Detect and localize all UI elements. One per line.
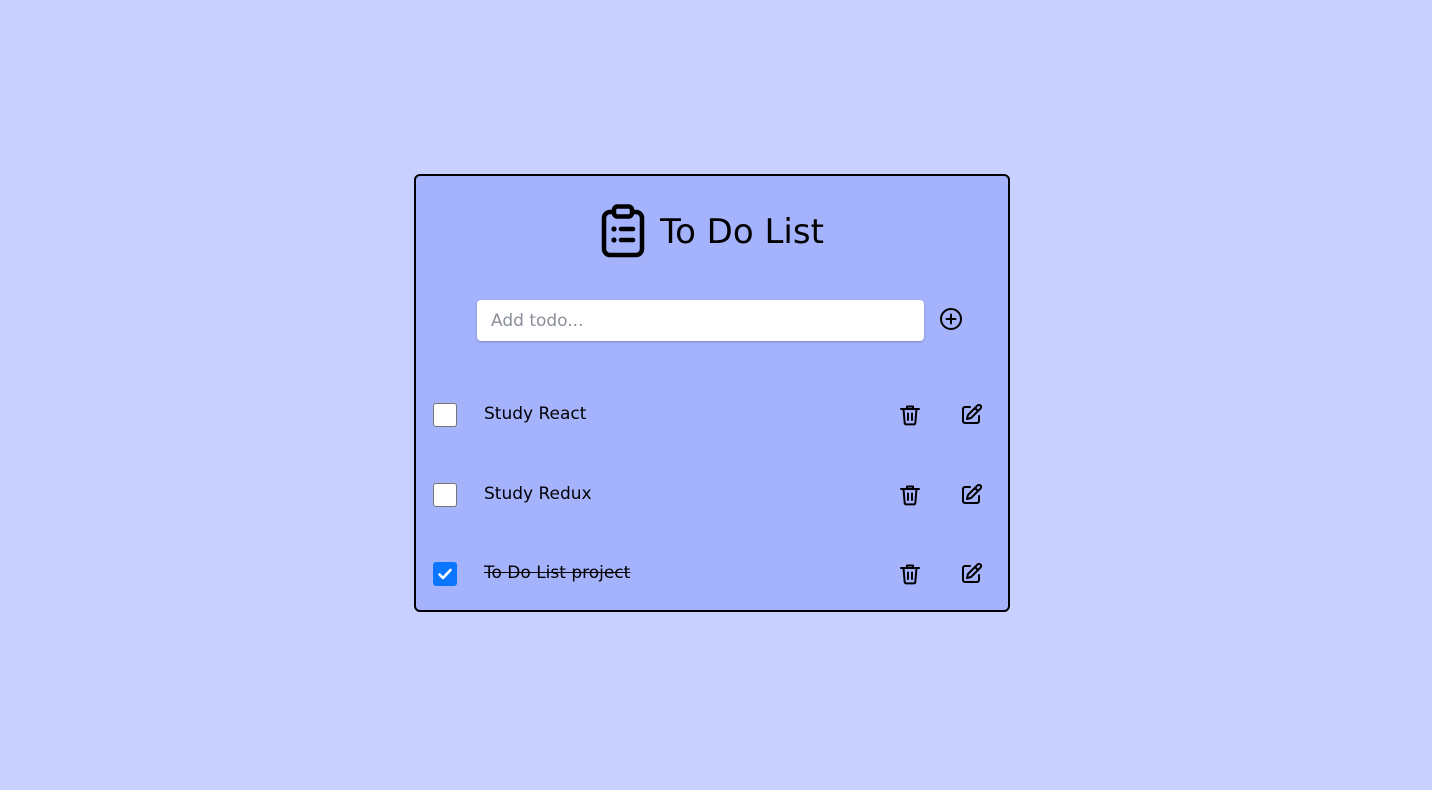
todo-checkbox[interactable] xyxy=(433,562,457,586)
todo-label: Study React xyxy=(484,404,587,424)
header: To Do List xyxy=(416,204,1008,258)
trash-icon[interactable] xyxy=(898,483,922,507)
page-title: To Do List xyxy=(660,212,824,252)
edit-icon[interactable] xyxy=(959,483,983,507)
trash-icon[interactable] xyxy=(898,403,922,427)
todo-checkbox[interactable] xyxy=(433,483,457,507)
add-todo-button[interactable] xyxy=(937,307,965,335)
todo-item: Study Redux xyxy=(416,475,1008,515)
todo-item: Study React xyxy=(416,395,1008,435)
todo-label: To Do List project xyxy=(484,563,631,583)
todo-item: To Do List project xyxy=(416,554,1008,594)
plus-circle-icon xyxy=(939,307,963,335)
todo-input[interactable] xyxy=(477,300,924,341)
todo-label: Study Redux xyxy=(484,484,592,504)
add-todo-row xyxy=(477,300,997,342)
clipboard-list-icon xyxy=(600,204,646,258)
trash-icon[interactable] xyxy=(898,562,922,586)
todo-card: To Do List Study React xyxy=(414,174,1010,612)
edit-icon[interactable] xyxy=(959,562,983,586)
edit-icon[interactable] xyxy=(959,403,983,427)
todo-checkbox[interactable] xyxy=(433,403,457,427)
